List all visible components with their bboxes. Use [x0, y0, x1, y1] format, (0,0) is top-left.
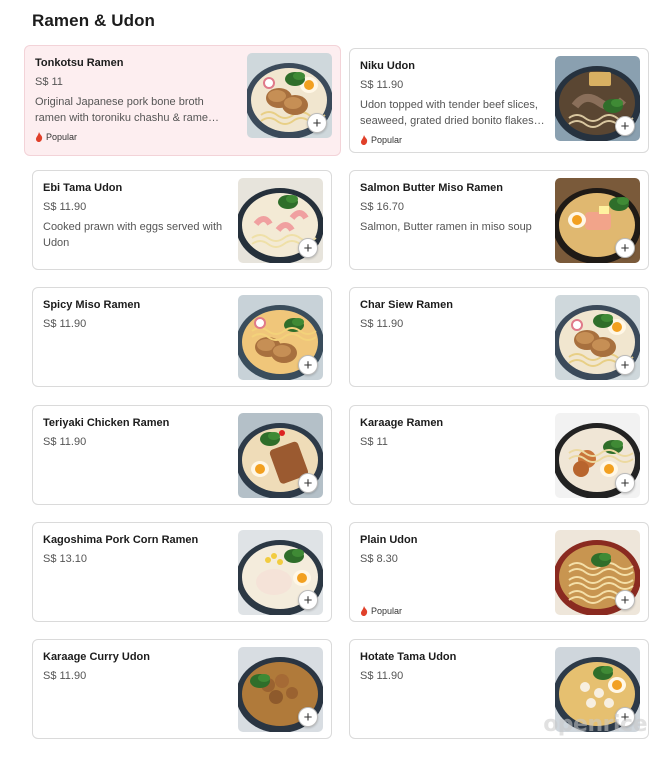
item-description: Original Japanese pork bone broth ramen … — [35, 96, 220, 124]
item-photo[interactable]: + — [238, 647, 323, 732]
badge-label: Popular — [46, 132, 78, 142]
item-price: S$ 11 — [35, 76, 63, 88]
item-photo[interactable]: + — [555, 178, 640, 263]
item-price: S$ 11.90 — [43, 201, 87, 213]
plus-icon: + — [312, 114, 322, 132]
popular-badge: Popular — [360, 135, 402, 145]
menu-item-card[interactable]: Tonkotsu Ramen S$ 11 Original Japanese po… — [24, 45, 341, 156]
item-photo[interactable]: + — [555, 530, 640, 615]
add-to-cart-button[interactable]: + — [298, 590, 318, 610]
add-to-cart-button[interactable]: + — [615, 238, 635, 258]
item-price: S$ 16.70 — [360, 201, 405, 213]
menu-item-card[interactable]: Karaage Curry Udon S$ 11.90 + — [32, 639, 332, 739]
item-description: Salmon, Butter ramen in miso soup — [360, 221, 532, 233]
badge-label: Popular — [371, 135, 403, 145]
item-photo[interactable]: + — [238, 178, 323, 263]
item-name: Teriyaki Chicken Ramen — [43, 417, 170, 429]
plus-icon: + — [620, 239, 630, 257]
add-to-cart-button[interactable]: + — [615, 473, 635, 493]
item-name: Char Siew Ramen — [360, 299, 453, 311]
plus-icon: + — [620, 356, 630, 374]
item-description: Udon topped with tender beef slices, sea… — [360, 99, 545, 127]
item-name: Karaage Ramen — [360, 417, 444, 429]
add-to-cart-button[interactable]: + — [298, 355, 318, 375]
add-to-cart-button[interactable]: + — [615, 355, 635, 375]
menu-item-card[interactable]: Niku Udon S$ 11.90 Udon topped with tende… — [349, 48, 649, 153]
item-price: S$ 11.90 — [43, 436, 87, 448]
item-photo[interactable]: + — [555, 56, 640, 141]
item-name: Niku Udon — [360, 60, 415, 72]
add-to-cart-button[interactable]: + — [307, 113, 327, 133]
menu-item-card[interactable]: Teriyaki Chicken Ramen S$ 11.90 + — [32, 405, 332, 505]
menu-item-card[interactable]: Salmon Butter Miso Ramen S$ 16.70 Salmon,… — [349, 170, 649, 270]
item-photo[interactable]: + — [555, 413, 640, 498]
add-to-cart-button[interactable]: + — [615, 590, 635, 610]
badge-label: Popular — [371, 606, 403, 616]
item-price: S$ 11.90 — [360, 79, 404, 91]
item-price: S$ 11.90 — [43, 318, 87, 330]
item-price: S$ 8.30 — [360, 553, 398, 565]
watermark-logo: openrice — [543, 712, 647, 737]
item-name: Karaage Curry Udon — [43, 651, 150, 663]
flame-icon — [361, 606, 368, 616]
item-price: S$ 11.90 — [360, 670, 404, 682]
plus-icon: + — [303, 356, 313, 374]
flame-icon — [36, 132, 43, 142]
item-name: Hotate Tama Udon — [360, 651, 457, 663]
item-price: S$ 11 — [360, 436, 388, 448]
item-name: Spicy Miso Ramen — [43, 299, 141, 311]
item-name: Plain Udon — [360, 534, 418, 546]
item-price: S$ 11.90 — [43, 670, 87, 682]
item-price: S$ 13.10 — [43, 553, 88, 565]
plus-icon: + — [303, 591, 313, 609]
menu-item-card[interactable]: Char Siew Ramen S$ 11.90 + — [349, 287, 649, 387]
popular-badge: Popular — [35, 132, 77, 142]
item-photo[interactable]: + — [238, 530, 323, 615]
popular-badge: Popular — [360, 606, 402, 616]
item-price: S$ 11.90 — [360, 318, 404, 330]
item-photo[interactable]: + — [238, 413, 323, 498]
add-to-cart-button[interactable]: + — [298, 238, 318, 258]
plus-icon: + — [620, 117, 630, 135]
flame-icon — [361, 135, 368, 145]
menu-item-card[interactable]: Karaage Ramen S$ 11 + — [349, 405, 649, 505]
plus-icon: + — [303, 239, 313, 257]
add-to-cart-button[interactable]: + — [298, 707, 318, 727]
item-name: Tonkotsu Ramen — [35, 57, 124, 69]
add-to-cart-button[interactable]: + — [298, 473, 318, 493]
plus-icon: + — [620, 474, 630, 492]
section-title: Ramen & Udon — [32, 11, 156, 30]
menu-item-card[interactable]: Ebi Tama Udon S$ 11.90 Cooked prawn with … — [32, 170, 332, 270]
item-description: Cooked prawn with eggs served with Udon — [43, 221, 223, 249]
add-to-cart-button[interactable]: + — [615, 116, 635, 136]
item-name: Kagoshima Pork Corn Ramen — [43, 534, 199, 546]
item-name: Ebi Tama Udon — [43, 182, 123, 194]
plus-icon: + — [303, 474, 313, 492]
item-name: Salmon Butter Miso Ramen — [360, 182, 504, 194]
plus-icon: + — [303, 708, 313, 726]
plus-icon: + — [620, 591, 630, 609]
item-photo[interactable]: + — [247, 53, 332, 138]
item-photo[interactable]: + — [555, 295, 640, 380]
item-photo[interactable]: + — [238, 295, 323, 380]
menu-item-card[interactable]: Plain Udon S$ 8.30 Popular + — [349, 522, 649, 622]
menu-item-card[interactable]: Kagoshima Pork Corn Ramen S$ 13.10 + — [32, 522, 332, 622]
menu-item-card[interactable]: Spicy Miso Ramen S$ 11.90 + — [32, 287, 332, 387]
